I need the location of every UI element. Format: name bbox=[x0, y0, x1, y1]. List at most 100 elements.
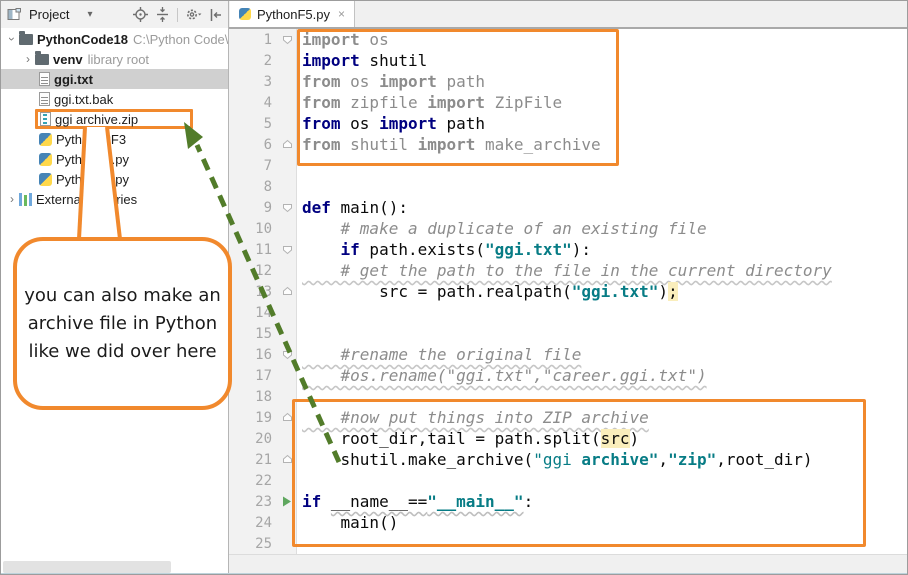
tab-pythonf5[interactable]: PythonF5.py × bbox=[230, 1, 355, 27]
gutter-spacer bbox=[278, 71, 296, 92]
code-line-14[interactable] bbox=[298, 302, 908, 323]
fold-marker-icon[interactable] bbox=[278, 344, 296, 365]
collapse-all-icon[interactable] bbox=[153, 6, 171, 24]
line-number: 11 bbox=[229, 242, 278, 258]
python-file-icon bbox=[39, 173, 52, 186]
hide-icon[interactable] bbox=[206, 6, 224, 24]
gutter-spacer bbox=[278, 176, 296, 197]
line-number: 12 bbox=[229, 263, 278, 279]
callout-text-line: like we did over here bbox=[28, 338, 216, 366]
project-panel-header: Project ▾ bbox=[1, 1, 228, 28]
tree-item-ggi-archive-zip[interactable]: ggi archive.zip bbox=[1, 109, 228, 129]
fold-marker-icon[interactable] bbox=[278, 29, 296, 50]
tree-item-venv[interactable]: › venv library root bbox=[1, 49, 228, 69]
line-number: 25 bbox=[229, 536, 278, 552]
folder-icon bbox=[19, 34, 33, 45]
code-line-12[interactable]: # get the path to the file in the curren… bbox=[298, 260, 908, 281]
tree-item-label: PythonF4.py bbox=[56, 152, 129, 167]
library-icon bbox=[19, 193, 32, 206]
chevron-expanded-icon[interactable]: › bbox=[5, 32, 19, 46]
tab-close-icon[interactable]: × bbox=[338, 7, 345, 21]
locate-icon[interactable] bbox=[131, 6, 149, 24]
settings-icon[interactable] bbox=[184, 6, 202, 24]
project-dropdown-icon[interactable]: ▾ bbox=[87, 9, 92, 20]
gutter-spacer bbox=[278, 323, 296, 344]
chevron-collapsed-icon[interactable]: › bbox=[5, 192, 19, 206]
line-number: 2 bbox=[229, 53, 278, 69]
tree-item-label: ggi.txt bbox=[54, 72, 93, 87]
text-file-icon bbox=[39, 72, 50, 86]
pycharm-window: Project ▾ ›PythonCode18C:\Python Code\Py… bbox=[0, 0, 908, 575]
tree-item-ggi-txt-bak[interactable]: ggi.txt.bak bbox=[1, 89, 228, 109]
gutter-spacer bbox=[278, 113, 296, 134]
code-line-17[interactable]: #os.rename("ggi.txt","career.ggi.txt") bbox=[298, 365, 908, 386]
line-number: 4 bbox=[229, 95, 278, 111]
fold-marker-icon[interactable] bbox=[278, 197, 296, 218]
python-file-icon bbox=[39, 133, 52, 146]
gutter-spacer bbox=[278, 365, 296, 386]
project-tool-icon bbox=[5, 6, 23, 24]
python-file-icon bbox=[239, 8, 251, 20]
gutter-spacer bbox=[278, 92, 296, 113]
fold-marker-icon[interactable] bbox=[278, 134, 296, 155]
code-line-13[interactable]: src = path.realpath("ggi.txt"); bbox=[298, 281, 908, 302]
gutter-spacer bbox=[278, 155, 296, 176]
line-number: 10 bbox=[229, 221, 278, 237]
tree-item-label: ggi.txt.bak bbox=[54, 92, 113, 107]
toolbar-separator bbox=[177, 8, 178, 22]
fold-marker-icon[interactable] bbox=[278, 281, 296, 302]
tree-item-pythonf4-py[interactable]: PythonF4.py bbox=[1, 149, 228, 169]
callout-bubble: you can also make an archive file in Pyt… bbox=[13, 237, 232, 410]
tab-label: PythonF5.py bbox=[257, 7, 330, 22]
tree-item-pythoncode18[interactable]: › PythonCode18 C:\Python Code\Py bbox=[1, 29, 228, 49]
editor-bottom-strip bbox=[229, 554, 907, 575]
line-number: 13 bbox=[229, 284, 278, 300]
line-number: 16 bbox=[229, 347, 278, 363]
line-number: 21 bbox=[229, 452, 278, 468]
line-number: 18 bbox=[229, 389, 278, 405]
code-line-9[interactable]: def main(): bbox=[298, 197, 908, 218]
callout-text-line: archive file in Python bbox=[28, 310, 217, 338]
callout-text-line: you can also make an bbox=[24, 282, 221, 310]
tree-item-python18f3[interactable]: Python18F3 bbox=[1, 129, 228, 149]
tree-item-external-libraries[interactable]: › External Libraries bbox=[1, 189, 228, 209]
code-line-15[interactable] bbox=[298, 323, 908, 344]
line-number: 6 bbox=[229, 137, 278, 153]
folder-icon bbox=[35, 54, 49, 65]
tree-item-secondary: library root bbox=[88, 52, 149, 67]
tree-item-label: ggi archive.zip bbox=[55, 112, 138, 127]
tree-item-label: External Libraries bbox=[36, 192, 137, 207]
line-number: 3 bbox=[229, 74, 278, 90]
line-number: 5 bbox=[229, 116, 278, 132]
zip-file-icon bbox=[40, 112, 51, 126]
imports-highlight-box bbox=[297, 29, 619, 166]
code-line-11[interactable]: if path.exists("ggi.txt"): bbox=[298, 239, 908, 260]
line-number: 7 bbox=[229, 158, 278, 174]
python-file-icon bbox=[39, 153, 52, 166]
line-number: 23 bbox=[229, 494, 278, 510]
line-number: 15 bbox=[229, 326, 278, 342]
line-number: 9 bbox=[229, 200, 278, 216]
editor-tab-bar: PythonF5.py × bbox=[229, 1, 907, 29]
line-number: 17 bbox=[229, 368, 278, 384]
project-hscrollbar[interactable] bbox=[3, 561, 171, 573]
gutter-spacer bbox=[278, 260, 296, 281]
project-panel-title: Project bbox=[29, 7, 69, 22]
gutter-spacer bbox=[278, 302, 296, 323]
tree-item-pythonf5-py[interactable]: PythonF5.py bbox=[1, 169, 228, 189]
line-number: 8 bbox=[229, 179, 278, 195]
tree-item-ggi-txt[interactable]: ggi.txt bbox=[1, 69, 228, 89]
chevron-collapsed-icon[interactable]: › bbox=[21, 52, 35, 66]
tree-item-label: PythonCode18 bbox=[37, 32, 128, 47]
tree-item-label: Python18F3 bbox=[56, 132, 126, 147]
zip-file-highlight-box: ggi archive.zip bbox=[35, 109, 193, 129]
line-number: 1 bbox=[229, 32, 278, 48]
fold-marker-icon[interactable] bbox=[278, 239, 296, 260]
code-line-10[interactable]: # make a duplicate of an existing file bbox=[298, 218, 908, 239]
code-line-16[interactable]: #rename the original file bbox=[298, 344, 908, 365]
tree-item-secondary: C:\Python Code\Py bbox=[133, 32, 228, 47]
line-number: 19 bbox=[229, 410, 278, 426]
tree-item-label: venv bbox=[53, 52, 83, 67]
code-line-8[interactable] bbox=[298, 176, 908, 197]
editor-gutter: 1234567891011121314151617181920212223242… bbox=[229, 29, 297, 554]
